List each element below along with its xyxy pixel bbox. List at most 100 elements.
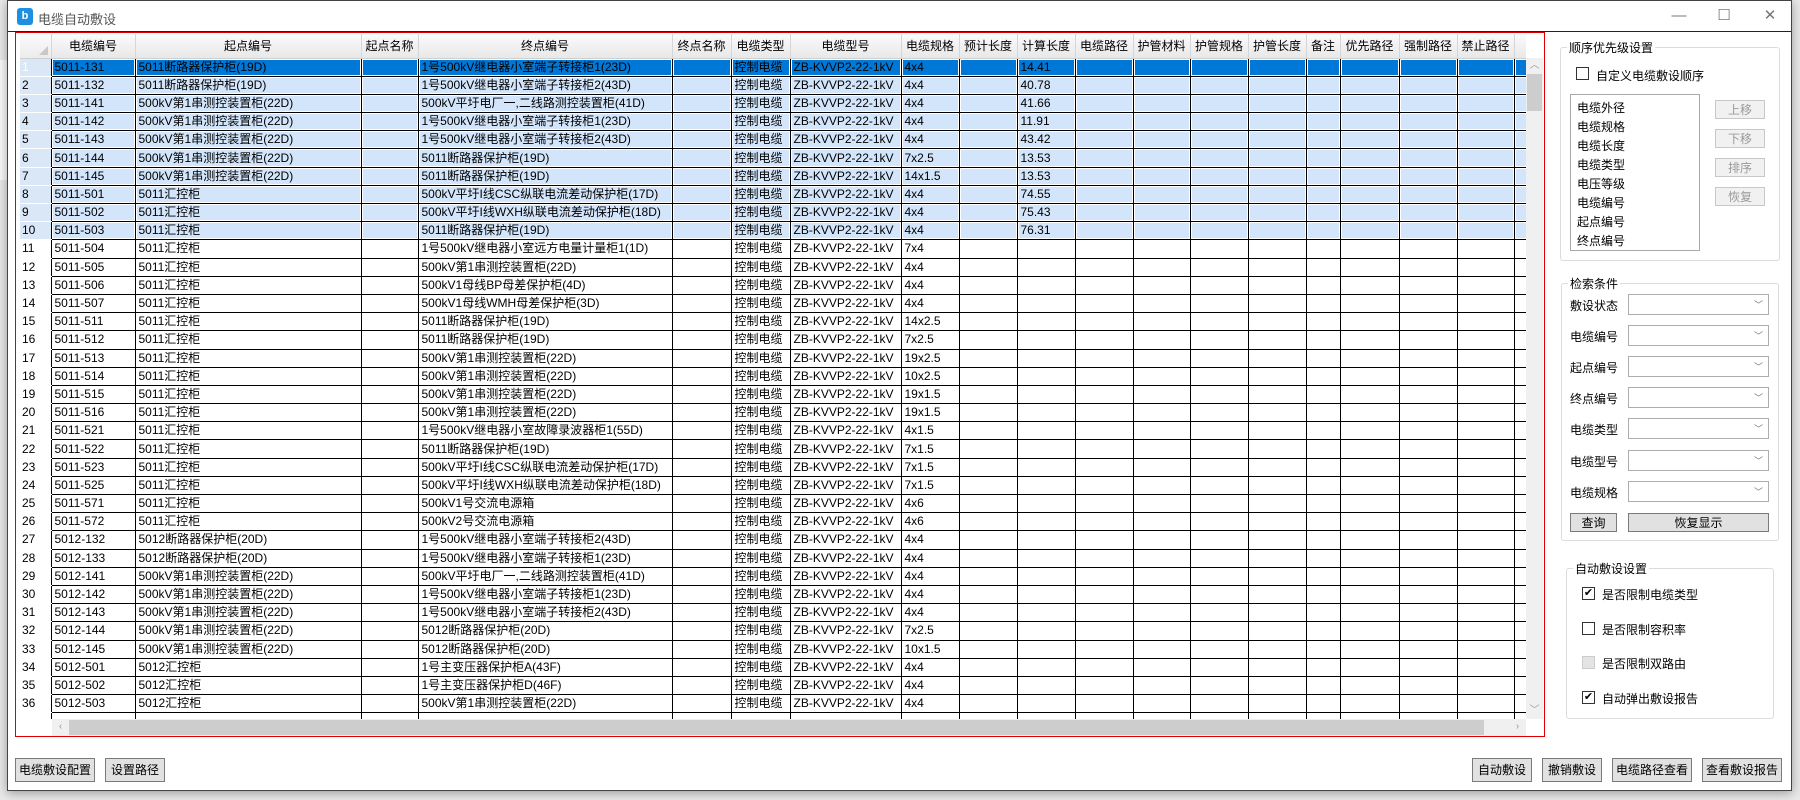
cell-conduit-length[interactable] — [1247, 184, 1307, 205]
cell-remark[interactable] — [1305, 603, 1341, 623]
cell-est-length[interactable] — [958, 239, 1018, 259]
cell-forbidden-path[interactable] — [1456, 566, 1515, 586]
cell-start-no[interactable]: 5012断路器保护柜(20D) — [134, 530, 362, 550]
cell-est-length[interactable] — [958, 93, 1018, 114]
row-number[interactable]: 12 — [20, 258, 51, 277]
cell-dual-route[interactable] — [1513, 75, 1526, 95]
cell-forced-path[interactable] — [1398, 275, 1458, 295]
row-number[interactable]: 7 — [20, 167, 51, 186]
cell-conduit-spec[interactable] — [1189, 148, 1249, 168]
cell-end-name[interactable] — [671, 566, 732, 586]
cell-forbidden-path[interactable] — [1456, 694, 1515, 714]
cell-cable-model[interactable]: ZB-KVVP2-22-1kV — [789, 202, 902, 223]
table-row[interactable]: 26 5011-572 5011汇控柜 500kV2号交流电源箱 控制电缆 ZB-KVVP… — [20, 512, 1526, 532]
cell-conduit-length[interactable] — [1247, 694, 1307, 714]
cell-dual-route[interactable] — [1513, 184, 1526, 205]
cell-cable-path[interactable] — [1074, 239, 1134, 259]
table-row[interactable]: 20 5011-516 5011汇控柜 500kV第1串测控装置柜(22D) 控制电缆 Z… — [20, 403, 1526, 423]
cell-conduit-length[interactable] — [1247, 566, 1307, 586]
cell-remark[interactable] — [1305, 584, 1341, 605]
cell-conduit-material[interactable] — [1132, 475, 1191, 496]
cell-cable-model[interactable]: ZB-KVVP2-22-1kV — [789, 312, 902, 332]
cell-cable-spec[interactable]: 4x4 — [900, 275, 960, 295]
cell-start-no[interactable]: 500kV第1串测控装置柜(22D) — [134, 584, 362, 605]
cell-conduit-spec[interactable] — [1189, 184, 1249, 205]
cell-cable-model[interactable]: ZB-KVVP2-22-1kV — [789, 112, 902, 132]
cell-forced-path[interactable] — [1398, 421, 1458, 441]
cell-cable-type[interactable]: 控制电缆 — [730, 457, 791, 477]
cell-start-name[interactable] — [360, 621, 419, 641]
cell-conduit-material[interactable] — [1132, 403, 1191, 423]
cell-calc-length[interactable] — [1016, 530, 1076, 550]
cell-cable-type[interactable]: 控制电缆 — [730, 275, 791, 295]
cell-forced-path[interactable] — [1398, 184, 1458, 205]
cell-remark[interactable] — [1305, 202, 1341, 223]
row-number[interactable]: 17 — [20, 349, 51, 368]
table-row[interactable]: 31 5012-143 500kV第1串测控装置柜(22D) 1号500kV继电器小室… — [20, 603, 1526, 623]
sort-button[interactable]: 排序 — [1715, 158, 1765, 177]
cell-cable-spec[interactable]: 4x4 — [900, 694, 960, 714]
cell-end-name[interactable] — [671, 512, 732, 532]
cell-cable-type[interactable]: 控制电缆 — [730, 566, 791, 586]
cell-start-no[interactable]: 5011汇控柜 — [134, 421, 362, 441]
cell-dual-route[interactable] — [1513, 130, 1526, 150]
cell-end-name[interactable] — [671, 475, 732, 496]
cell-cable-model[interactable]: ZB-KVVP2-22-1kV — [789, 166, 902, 186]
cell-conduit-length[interactable] — [1247, 93, 1307, 114]
cell-start-no[interactable]: 500kV第1串测控装置柜(22D) — [134, 112, 362, 132]
row-number[interactable]: 26 — [20, 512, 51, 532]
cell-remark[interactable] — [1305, 57, 1341, 77]
cell-end-name[interactable] — [671, 548, 732, 568]
table-row[interactable]: 32 5012-144 500kV第1串测控装置柜(22D) 5012断路器保护柜(2… — [20, 621, 1526, 641]
cell-start-name[interactable] — [360, 639, 419, 659]
column-header-start-name[interactable]: 起点名称 — [361, 34, 419, 59]
cell-est-length[interactable] — [958, 130, 1018, 150]
scroll-right-icon[interactable]: › — [1509, 719, 1526, 735]
cable-laying-config-button[interactable]: 电缆敷设配置 — [15, 758, 95, 782]
cell-conduit-spec[interactable] — [1189, 421, 1249, 441]
cell-conduit-material[interactable] — [1132, 348, 1191, 368]
cell-conduit-length[interactable] — [1247, 584, 1307, 605]
cell-end-name[interactable] — [671, 621, 732, 641]
cell-forbidden-path[interactable] — [1456, 384, 1515, 405]
table-row[interactable]: 35 5012-502 5012汇控柜 1号主变压器保护柜D(46F) 控制电缆 ZB-K… — [20, 675, 1526, 696]
cell-forbidden-path[interactable] — [1456, 475, 1515, 496]
cell-conduit-length[interactable] — [1247, 130, 1307, 150]
cell-conduit-length[interactable] — [1247, 257, 1307, 277]
cell-cable-spec[interactable]: 19x1.5 — [900, 384, 960, 405]
cell-preferred-path[interactable] — [1339, 421, 1400, 441]
cell-forced-path[interactable] — [1398, 475, 1458, 496]
column-header-dual-route[interactable]: 双 — [1514, 34, 1526, 59]
cell-conduit-length[interactable] — [1247, 75, 1307, 95]
cell-end-name[interactable] — [671, 57, 732, 77]
cell-start-name[interactable] — [360, 493, 419, 514]
cell-cable-no[interactable]: 5012-145 — [50, 639, 136, 659]
cell-end-no[interactable]: 500kV平圩电厂一,二线路测控装置柜(41D) — [417, 566, 673, 586]
cell-cable-path[interactable] — [1074, 330, 1134, 350]
cell-conduit-length[interactable] — [1247, 675, 1307, 696]
cell-preferred-path[interactable] — [1339, 130, 1400, 150]
cell-remark[interactable] — [1305, 184, 1341, 205]
cell-cable-no[interactable]: 5012-503 — [50, 694, 136, 714]
cell-start-name[interactable] — [360, 148, 419, 168]
cell-calc-length[interactable] — [1016, 603, 1076, 623]
cell-cable-model[interactable]: ZB-KVVP2-22-1kV — [789, 75, 902, 95]
cell-cable-model[interactable]: ZB-KVVP2-22-1kV — [789, 512, 902, 532]
cell-conduit-spec[interactable] — [1189, 694, 1249, 714]
cell-cable-no[interactable]: 5011-145 — [50, 166, 136, 186]
table-row[interactable]: 10 5011-503 5011汇控柜 5011断路器保护柜(19D) 控制电缆 ZB-K… — [20, 221, 1526, 241]
cell-end-no[interactable]: 5011断路器保护柜(19D) — [417, 330, 673, 350]
cell-forbidden-path[interactable] — [1456, 130, 1515, 150]
cell-calc-length[interactable] — [1016, 275, 1076, 295]
cell-start-no[interactable]: 5011汇控柜 — [134, 348, 362, 368]
cell-start-no[interactable]: 5011汇控柜 — [134, 493, 362, 514]
cell-cable-no[interactable]: 5011-503 — [50, 221, 136, 241]
cell-end-no[interactable]: 1号500kV继电器小室端子转接柜1(23D) — [417, 584, 673, 605]
cell-cable-spec[interactable]: 7x1.5 — [900, 475, 960, 496]
cell-conduit-material[interactable] — [1132, 166, 1191, 186]
cell-end-name[interactable] — [671, 257, 732, 277]
cell-start-no[interactable]: 5011汇控柜 — [134, 312, 362, 332]
cell-cable-path[interactable] — [1074, 130, 1134, 150]
cell-cable-type[interactable]: 控制电缆 — [730, 530, 791, 550]
cell-conduit-spec[interactable] — [1189, 639, 1249, 659]
